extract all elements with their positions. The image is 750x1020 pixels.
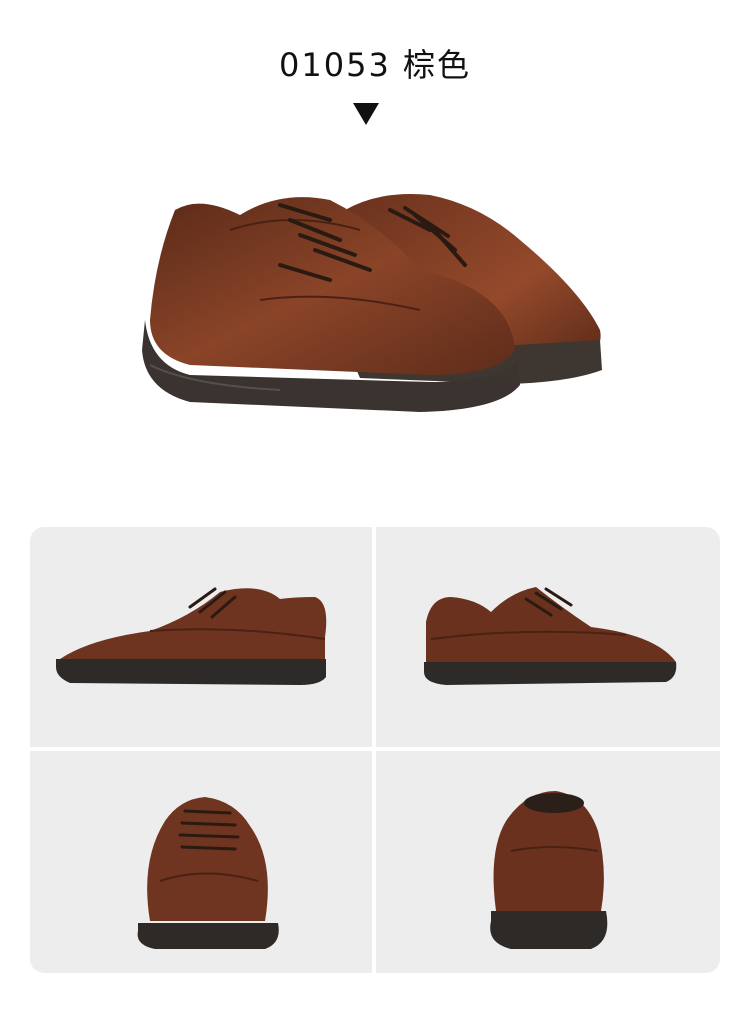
shoe-side-left-image [56, 587, 327, 685]
shoe-side-view-right-panel[interactable] [376, 527, 720, 747]
product-view-grid [30, 527, 720, 973]
hero-shoe-pair-image [142, 194, 602, 412]
shoe-front-image [137, 797, 279, 949]
shoe-back-view-panel[interactable] [376, 751, 720, 973]
product-color-title: 01053 棕色 [279, 46, 471, 84]
triangle-down-icon [353, 103, 379, 125]
shoe-back-image [490, 791, 608, 949]
shoe-side-right-image [424, 587, 677, 685]
shoe-side-view-left-panel[interactable] [30, 527, 372, 747]
shoe-front-view-panel[interactable] [30, 751, 372, 973]
